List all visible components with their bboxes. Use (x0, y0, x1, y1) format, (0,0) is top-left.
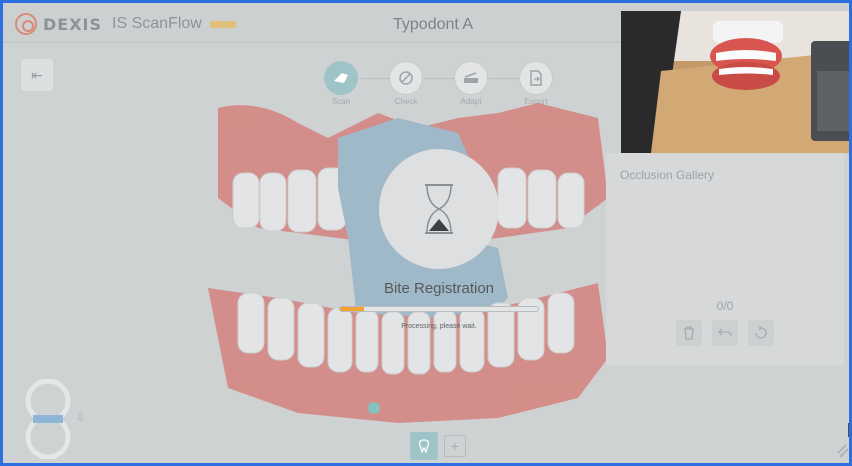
product-name: IS ScanFlow (112, 15, 202, 32)
logo: DEXIS IS ScanFlow (15, 13, 236, 35)
gallery-count: 0/0 (716, 299, 734, 313)
reset-icon (755, 326, 767, 339)
jaw-selector[interactable] (23, 379, 73, 459)
step-connector (361, 78, 389, 79)
typodont-model (710, 21, 783, 90)
dexis-logo-icon (15, 13, 37, 35)
progress-fill (340, 307, 364, 311)
step-connector (489, 78, 519, 79)
document-title: Typodont A (393, 16, 474, 33)
undo-icon (718, 328, 732, 337)
rotate-jaw-icon[interactable]: ⇳ (75, 409, 97, 431)
bite-indicator (33, 415, 63, 423)
progress-bar (339, 306, 539, 312)
brand-name: DEXIS (43, 14, 103, 34)
step-connector (424, 78, 454, 79)
gallery-title: Occlusion Gallery (620, 168, 715, 182)
exit-button[interactable]: ⇤ (21, 59, 53, 91)
scanner-tool-icon (837, 423, 849, 458)
check-icon (389, 61, 423, 95)
add-button[interactable]: + (444, 435, 466, 457)
camera-feed (621, 11, 849, 153)
app-window: DEXIS IS ScanFlow Typodont A ⇤ Scan Chec… (0, 0, 852, 466)
tooth-icon (419, 439, 429, 453)
scan-model-view[interactable] (198, 98, 618, 428)
adapt-icon (454, 61, 488, 95)
processing-title: Bite Registration (383, 280, 495, 297)
trash-icon (684, 326, 694, 340)
reset-button[interactable] (748, 320, 774, 346)
scan-marker (368, 402, 380, 414)
scan-icon (324, 61, 358, 95)
occlusion-gallery-panel: Occlusion Gallery 0/0 (606, 153, 844, 366)
processing-spinner (379, 149, 499, 269)
exit-icon: ⇤ (31, 66, 43, 83)
bottom-toolbar: + (410, 432, 466, 460)
processing-status: Processing, please wait. (401, 323, 477, 330)
edition-badge (209, 20, 236, 28)
plus-icon: + (450, 438, 460, 454)
undo-button[interactable] (712, 320, 738, 346)
delete-button[interactable] (676, 320, 702, 346)
tooth-view-button[interactable] (410, 432, 438, 460)
hourglass-icon (425, 184, 453, 234)
export-icon (519, 61, 553, 95)
gallery-actions (676, 320, 774, 346)
